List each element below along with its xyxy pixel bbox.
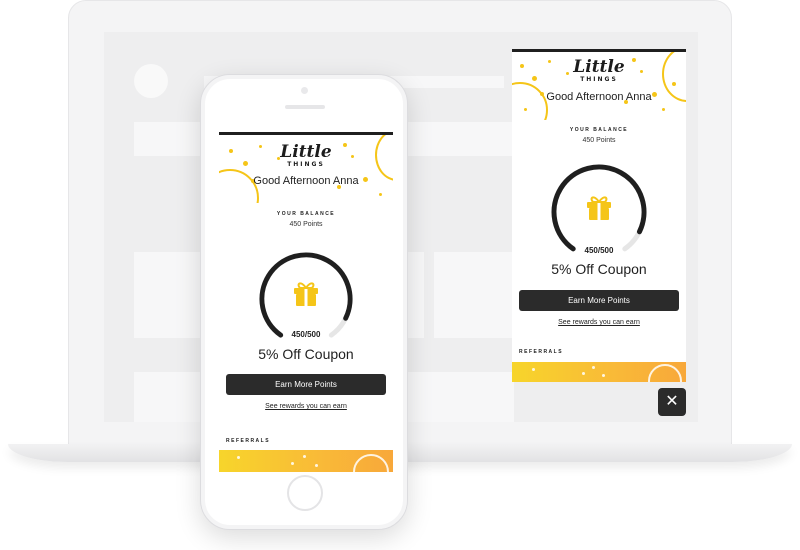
referrals-label: REFERRALS — [226, 438, 271, 444]
brand-logo: Little THINGS — [219, 142, 393, 169]
brand-logo: Little THINGS — [512, 57, 686, 84]
brand-logo-wordmark: THINGS — [580, 76, 618, 83]
placeholder-avatar — [134, 64, 168, 98]
decor-dot — [291, 462, 294, 465]
phone-speaker — [285, 105, 325, 109]
decor-circle — [353, 454, 389, 472]
balance-label: YOUR BALANCE — [569, 127, 629, 133]
close-icon[interactable]: ✕ — [658, 388, 686, 416]
decor-dot — [592, 366, 595, 369]
reward-title: 5% Off Coupon — [551, 261, 647, 277]
brand-logo-script: Little — [280, 142, 332, 162]
referrals-banner — [512, 362, 686, 382]
decor-circle — [648, 364, 682, 382]
see-rewards-link[interactable]: See rewards you can earn — [512, 319, 686, 326]
greeting-text: Good Afternoon Anna — [253, 175, 359, 187]
progress-text: 450/500 — [584, 246, 614, 255]
placeholder-card — [434, 252, 514, 338]
decor-dot — [582, 372, 585, 375]
gift-icon — [587, 196, 611, 220]
decor-dot — [532, 368, 535, 371]
earn-more-points-button[interactable]: Earn More Points — [519, 290, 679, 311]
referrals-label: REFERRALS — [519, 349, 564, 355]
brand-logo-wordmark: THINGS — [287, 161, 325, 168]
balance-value: 450 Points — [289, 221, 323, 228]
decor-dot — [237, 456, 240, 459]
earn-more-points-button[interactable]: Earn More Points — [226, 374, 386, 395]
progress-text: 450/500 — [291, 330, 321, 339]
see-rewards-link[interactable]: See rewards you can earn — [219, 403, 393, 410]
decor-dot — [315, 464, 318, 467]
referrals-banner — [219, 450, 393, 472]
mobile-loyalty-widget: Little THINGS Good Afternoon Anna YOUR B… — [219, 132, 393, 472]
brand-logo-script: Little — [573, 57, 625, 77]
desktop-loyalty-widget: Little THINGS Good Afternoon Anna YOUR B… — [512, 49, 686, 382]
gift-icon — [294, 282, 318, 306]
decor-dot — [524, 108, 527, 111]
reward-title: 5% Off Coupon — [258, 346, 354, 362]
decor-dot — [379, 193, 382, 196]
greeting-text: Good Afternoon Anna — [546, 91, 652, 103]
decor-dot — [303, 455, 306, 458]
phone-camera — [301, 87, 308, 94]
balance-label: YOUR BALANCE — [276, 211, 336, 217]
decor-dot — [662, 108, 665, 111]
balance-value: 450 Points — [582, 137, 616, 144]
phone-home-button — [287, 475, 323, 511]
decor-dot — [602, 374, 605, 377]
